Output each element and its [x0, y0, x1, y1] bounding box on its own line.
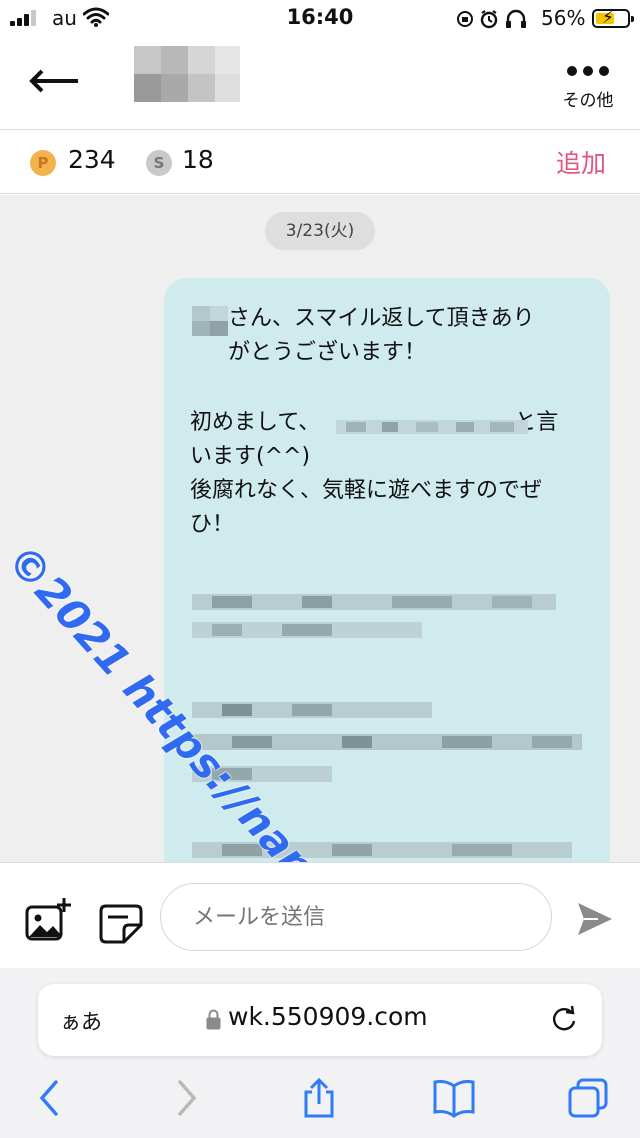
status-bar: au 16:40 56% ⚡ — [0, 0, 640, 36]
status-indicators — [457, 9, 526, 29]
redacted-paragraph-1 — [192, 594, 556, 638]
rotation-lock-icon — [457, 11, 473, 27]
back-chevron-icon[interactable] — [36, 1078, 62, 1118]
url-text[interactable]: wk.550909.com — [228, 1002, 428, 1031]
alarm-icon — [480, 10, 498, 29]
message-text-3: います(^^) 後腐れなく、気軽に遊べますのでぜ ひ！ — [190, 444, 543, 537]
bookmarks-icon[interactable] — [432, 1078, 476, 1118]
more-label: その他 — [562, 91, 614, 111]
chat-area[interactable]: 3/23(火) さん、スマイル返して頂きあり がとうございます！ 初めまして、と… — [0, 195, 640, 862]
contact-name-redacted — [134, 46, 240, 102]
p-point-icon: P — [30, 150, 56, 176]
p-point-value: 234 — [68, 145, 116, 174]
sticker-icon[interactable] — [98, 903, 144, 945]
redacted-nickname — [336, 420, 528, 434]
tabs-icon[interactable] — [568, 1078, 608, 1118]
send-icon[interactable] — [576, 901, 614, 937]
message-composer — [0, 862, 640, 968]
message-input[interactable] — [160, 883, 552, 951]
points-row: P 234 S 18 追加 — [0, 130, 640, 194]
chat-header: その他 — [0, 36, 640, 130]
share-icon[interactable] — [300, 1078, 338, 1118]
headphones-icon — [506, 9, 526, 28]
more-dots-icon — [548, 66, 628, 76]
forward-chevron-icon[interactable] — [174, 1078, 200, 1118]
message-text-1: さん、スマイル返して頂きあり がとうございます！ — [228, 306, 535, 365]
back-arrow-icon[interactable] — [28, 64, 80, 98]
browser-nav-row — [0, 1072, 640, 1122]
address-bar[interactable]: ぁあ wk.550909.com — [38, 984, 602, 1056]
more-button[interactable]: その他 — [548, 58, 628, 122]
browser-toolbar: ぁあ wk.550909.com — [0, 968, 640, 1138]
battery-charging-icon: ⚡ — [592, 8, 634, 28]
s-point-icon: S — [146, 150, 172, 176]
add-points-button[interactable]: 追加 — [556, 144, 606, 180]
redacted-name — [192, 306, 228, 336]
s-point-value: 18 — [182, 145, 214, 174]
lock-icon — [206, 1009, 221, 1030]
date-divider: 3/23(火) — [265, 212, 375, 250]
battery-percent: 56% — [541, 6, 586, 30]
add-image-icon[interactable] — [24, 897, 72, 943]
text-size-button[interactable]: ぁあ — [60, 1006, 102, 1036]
reload-icon[interactable] — [550, 1004, 578, 1034]
